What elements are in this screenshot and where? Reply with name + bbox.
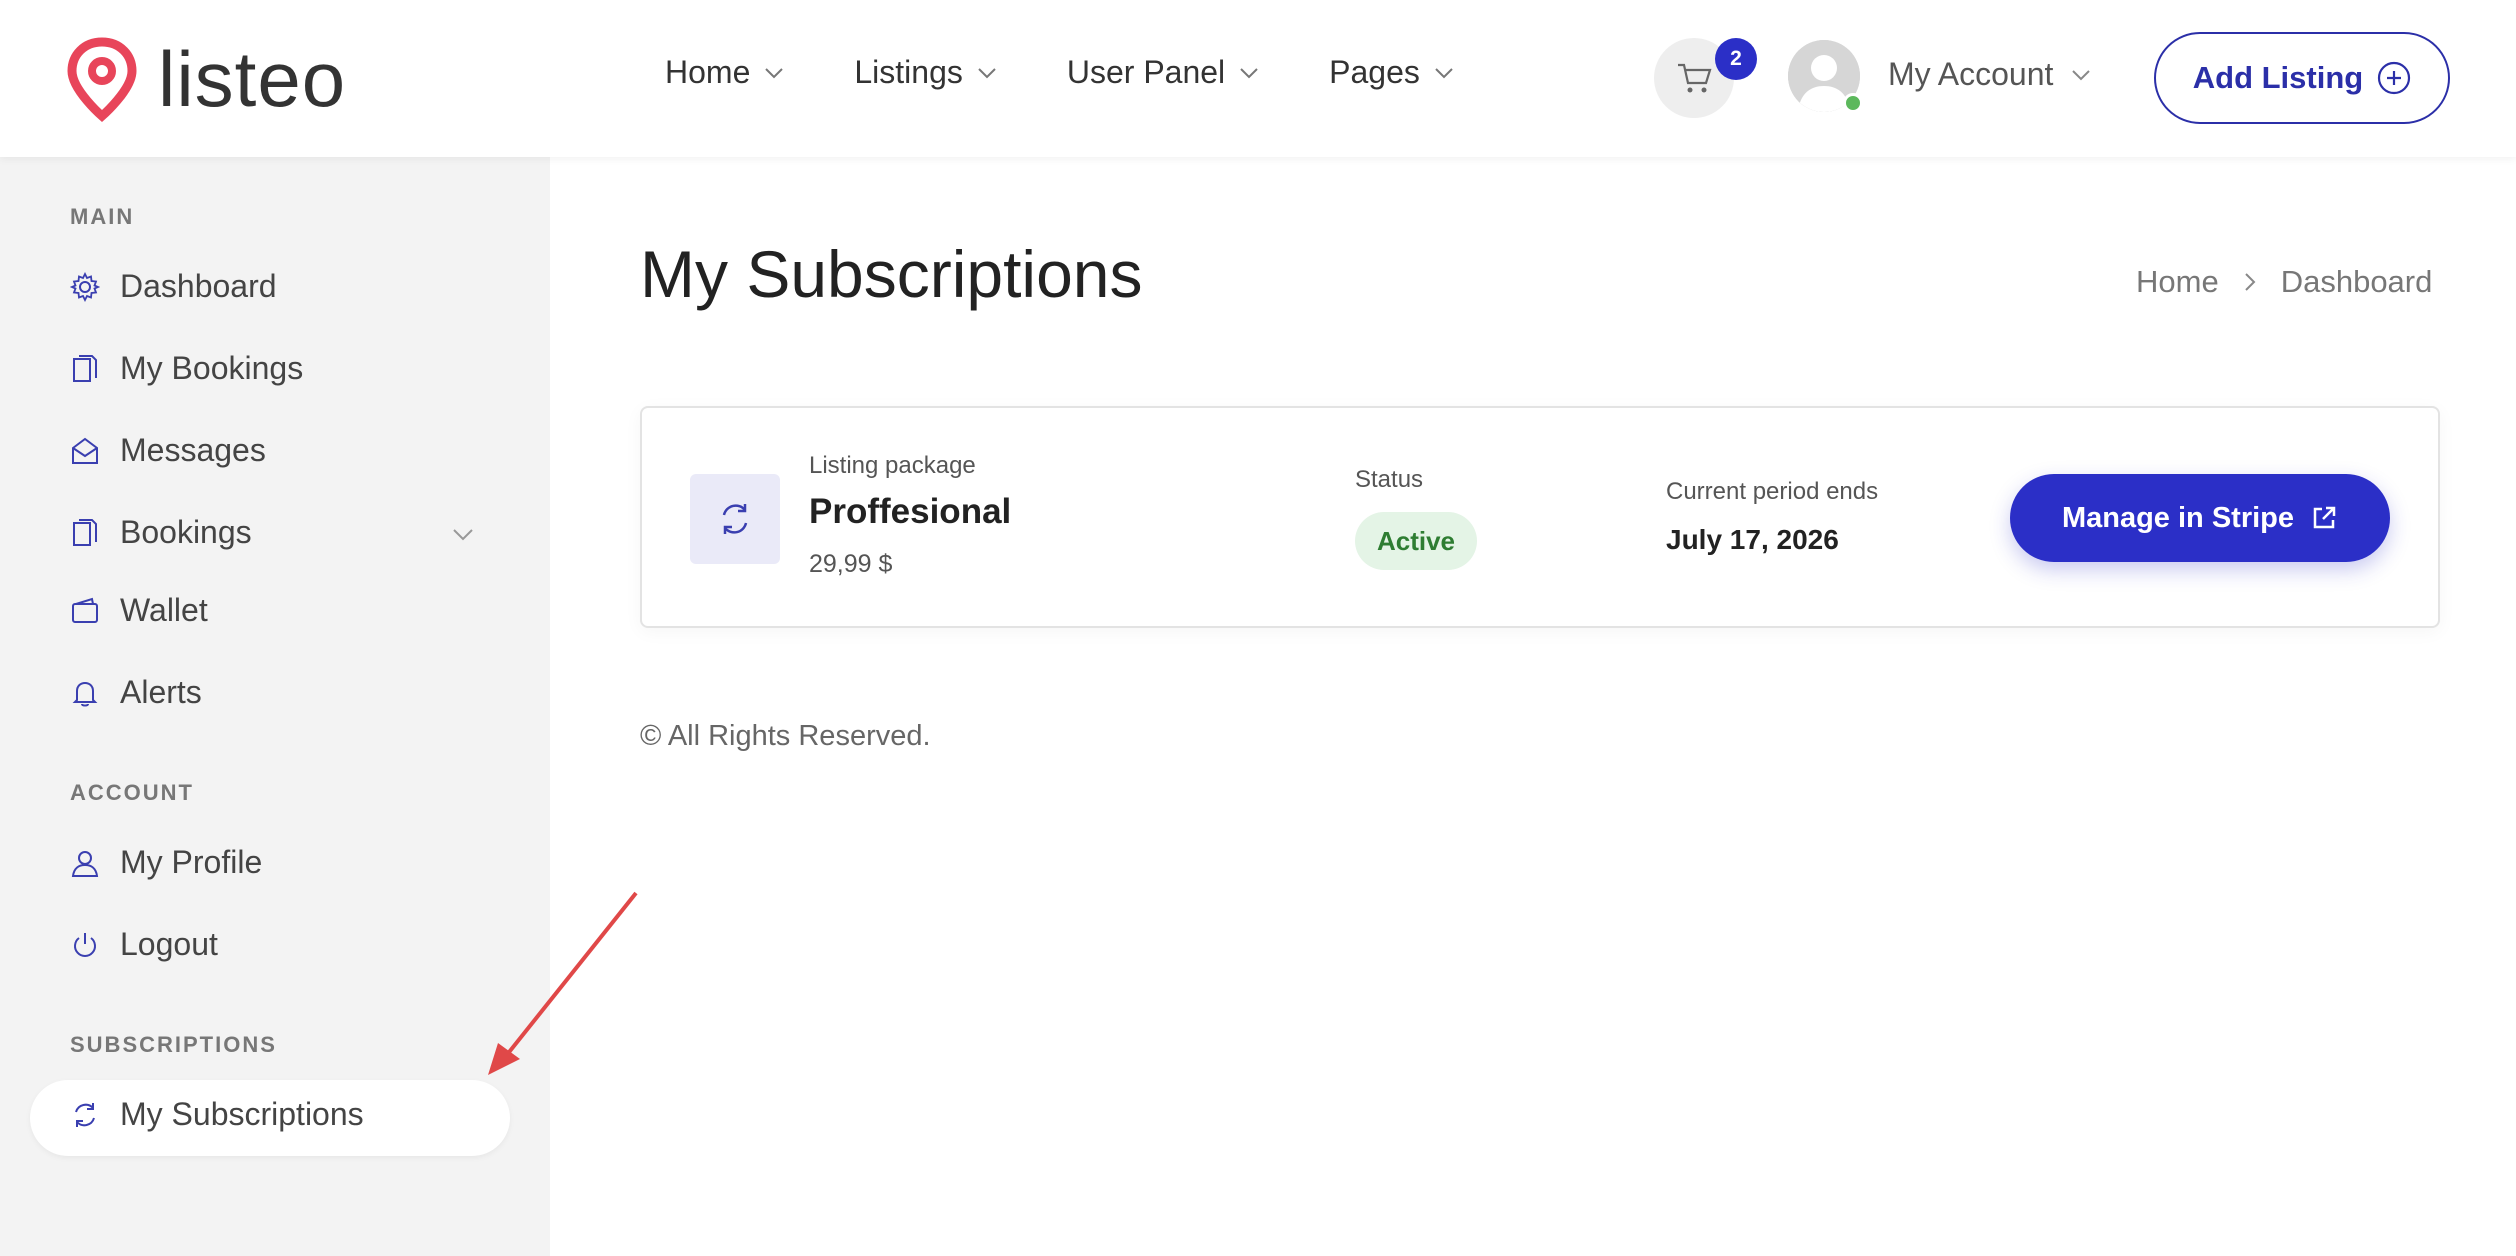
period-label: Current period ends	[1666, 478, 1879, 505]
page-title: My Subscriptions	[640, 237, 1143, 311]
nav-home-label: Home	[665, 54, 751, 90]
main-nav: Home Listings User Panel Pages	[665, 54, 1524, 91]
chevron-down-icon	[765, 67, 784, 78]
sidebar-item-bookings-label: Bookings	[120, 514, 252, 550]
cart-count-badge: 2	[1715, 38, 1757, 80]
bell-icon	[72, 681, 98, 706]
chevron-down-icon	[1240, 67, 1258, 78]
document-icon	[73, 354, 97, 382]
chevron-down-icon[interactable]	[452, 528, 474, 542]
chevron-down-icon	[2072, 69, 2091, 80]
breadcrumb-home[interactable]: Home	[2136, 264, 2219, 300]
plus-circle-icon	[2378, 61, 2411, 95]
nav-pages-label: Pages	[1329, 54, 1420, 90]
nav-user-panel-label: User Panel	[1066, 54, 1226, 90]
document-icon	[73, 518, 97, 546]
add-listing-button[interactable]: Add Listing	[2154, 32, 2450, 124]
wallet-icon	[72, 597, 98, 623]
chevron-down-icon	[1435, 67, 1453, 78]
location-pin-logo-icon	[67, 37, 137, 122]
sidebar-item-my-profile-label: My Profile	[120, 844, 263, 880]
sidebar-item-messages-label: Messages	[120, 432, 266, 468]
chevron-right-icon	[2244, 273, 2256, 291]
section-label-subscriptions: SUBSCRIPTIONS	[70, 1032, 277, 1057]
add-listing-label: Add Listing	[2192, 60, 2364, 95]
user-icon	[71, 850, 99, 877]
sidebar-item-messages[interactable]: Messages	[70, 432, 266, 469]
my-account-label: My Account	[1888, 56, 2054, 92]
external-link-icon	[2313, 506, 2336, 529]
logo[interactable]: listeo	[66, 36, 346, 122]
nav-pages[interactable]: Pages	[1329, 54, 1454, 91]
sidebar-item-alerts-label: Alerts	[120, 674, 202, 710]
my-account-menu[interactable]: My Account	[1888, 56, 2091, 93]
chevron-down-icon	[978, 67, 996, 78]
period-value: July 17, 2026	[1666, 524, 1839, 555]
sidebar-item-alerts[interactable]: Alerts	[70, 674, 202, 711]
power-icon	[74, 932, 96, 957]
manage-in-stripe-button[interactable]: Manage in Stripe	[2010, 474, 2390, 562]
online-status-dot	[1843, 93, 1863, 113]
nav-user-panel[interactable]: User Panel	[1067, 54, 1259, 91]
sidebar-item-dashboard-label: Dashboard	[120, 268, 277, 304]
cart-icon	[1678, 63, 1712, 93]
breadcrumb-dashboard[interactable]: Dashboard	[2281, 264, 2433, 300]
top-header: listeo Home Listings User Panel Pages 2	[0, 0, 2516, 157]
breadcrumb: Home Dashboard	[2136, 264, 2432, 300]
refresh-icon	[722, 504, 748, 534]
manage-in-stripe-label: Manage in Stripe	[2061, 501, 2295, 534]
package-name: Proffesional	[809, 492, 1012, 531]
sidebar-item-logout-label: Logout	[120, 926, 218, 962]
footer-copyright: © All Rights Reserved.	[640, 720, 931, 752]
sidebar-item-wallet-label: Wallet	[120, 592, 208, 628]
envelope-open-icon	[72, 437, 98, 464]
sidebar-item-logout[interactable]: Logout	[70, 926, 218, 963]
nav-home[interactable]: Home	[665, 54, 784, 91]
sidebar-item-bookings[interactable]: Bookings	[70, 514, 252, 551]
package-label: Listing package	[809, 452, 976, 479]
package-price: 29,99 $	[809, 550, 893, 578]
package-icon-box	[690, 474, 780, 564]
status-label: Status	[1355, 466, 1424, 493]
nav-listings-label: Listings	[854, 54, 963, 90]
gear-icon	[70, 271, 100, 302]
logo-text: listeo	[158, 35, 347, 123]
sidebar-item-wallet[interactable]: Wallet	[70, 592, 208, 629]
annotation-arrow-icon	[488, 891, 638, 1075]
subscription-card: Listing package Proffesional 29,99 $ Sta…	[640, 406, 2440, 628]
sidebar-item-my-subscriptions[interactable]: My Subscriptions	[70, 1096, 364, 1133]
sidebar-item-my-bookings-label: My Bookings	[120, 350, 304, 386]
section-label-main: MAIN	[70, 204, 135, 229]
refresh-icon	[75, 1102, 95, 1127]
nav-listings[interactable]: Listings	[854, 54, 997, 91]
sidebar-item-my-profile[interactable]: My Profile	[70, 844, 262, 881]
sidebar-item-dashboard[interactable]: Dashboard	[70, 268, 277, 305]
sidebar-item-my-bookings[interactable]: My Bookings	[70, 350, 303, 387]
section-label-account: ACCOUNT	[70, 780, 194, 805]
sidebar-item-my-subscriptions-label: My Subscriptions	[120, 1096, 364, 1132]
status-badge: Active	[1355, 512, 1477, 570]
